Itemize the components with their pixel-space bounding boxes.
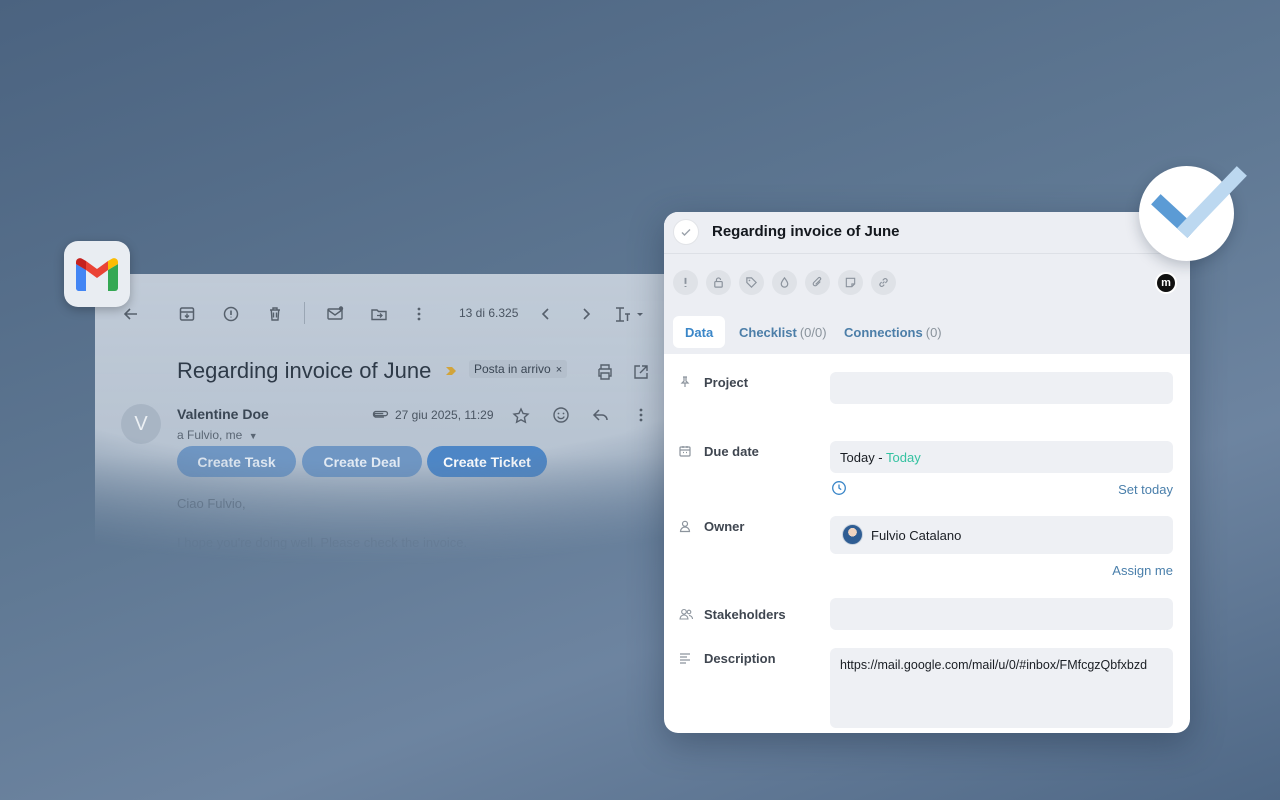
gmail-window: 13 di 6.325 Regarding invoice of June Po… [95,274,695,604]
attachment-clip-icon [369,405,389,425]
recipients-text: a Fulvio, me [177,428,243,442]
tab-data-label: Data [685,324,714,340]
email-body-text: I hope you're doing well. Please check t… [177,535,468,550]
tab-connections-count: (0) [925,324,942,340]
color-drop-icon[interactable] [772,270,797,295]
description-field[interactable]: https://mail.google.com/mail/u/0/#inbox/… [830,648,1173,728]
clock-icon[interactable] [831,480,847,496]
due-date-today-tag: Today [886,450,921,465]
brand-logo-icon: m [1155,272,1177,294]
archive-icon[interactable] [177,304,197,324]
tab-checklist[interactable]: Checklist (0/0) [739,316,827,348]
tab-connections[interactable]: Connections (0) [844,316,942,348]
inbox-label-text: Posta in arrivo [474,362,551,376]
importance-marker-icon[interactable] [445,364,457,376]
email-date: 27 giu 2025, 11:29 [395,408,494,422]
owner-name: Fulvio Catalano [871,528,962,543]
lock-icon[interactable] [706,270,731,295]
owner-field[interactable]: Fulvio Catalano [830,516,1173,554]
stakeholders-field[interactable] [830,598,1173,630]
text-format-icon[interactable] [613,304,645,324]
checkmark-icon [681,229,691,236]
create-task-button[interactable]: Create Task [177,446,296,477]
next-icon[interactable] [576,304,596,324]
project-label: Project [704,375,749,390]
assign-me-link[interactable]: Assign me [1112,563,1173,578]
tab-data[interactable]: Data [673,316,726,348]
description-label: Description [704,651,776,666]
create-deal-button[interactable]: Create Deal [302,446,422,477]
gmail-logo-icon [64,241,130,307]
priority-icon[interactable] [673,270,698,295]
more-vert-icon[interactable] [409,304,429,324]
tab-checklist-label: Checklist [739,324,797,340]
checkmark-badge-icon [1139,166,1247,261]
complete-task-button[interactable] [673,219,699,245]
recipients[interactable]: a Fulvio, me ▼ [177,428,258,442]
create-ticket-button[interactable]: Create Ticket [427,446,547,477]
owner-avatar [842,524,863,545]
reply-icon[interactable] [591,405,611,425]
note-icon[interactable] [838,270,863,295]
gmail-toolbar: 13 di 6.325 [95,302,695,326]
inbox-label-chip: Posta in arrivo × [469,360,568,378]
tag-icon[interactable] [739,270,764,295]
task-panel-header: Regarding invoice of June m Data Checkli… [664,212,1190,354]
people-icon [678,607,694,621]
move-to-icon[interactable] [369,304,389,324]
person-icon [678,519,692,533]
description-text: https://mail.google.com/mail/u/0/#inbox/… [840,658,1148,672]
set-today-link[interactable]: Set today [1118,482,1173,497]
chevron-down-icon: ▼ [248,431,258,441]
tab-connections-label: Connections [844,324,923,340]
pin-icon [678,375,692,389]
task-title-row: Regarding invoice of June [664,212,1190,254]
message-count: 13 di 6.325 [459,306,519,320]
stakeholders-label: Stakeholders [704,607,786,622]
text-lines-icon [678,651,692,665]
email-subject: Regarding invoice of June [177,358,432,383]
delete-icon[interactable] [265,304,285,324]
open-new-window-icon[interactable] [631,362,651,382]
mark-unread-icon[interactable] [325,304,345,324]
due-date-value: Today - [840,450,887,465]
owner-label: Owner [704,519,745,534]
attachment-icon[interactable] [805,270,830,295]
calendar-icon [678,444,692,458]
back-arrow-icon[interactable] [121,304,141,324]
sender-avatar: V [121,404,161,444]
project-field[interactable] [830,372,1173,404]
link-icon[interactable] [871,270,896,295]
prev-icon[interactable] [536,304,556,324]
sender-name[interactable]: Valentine Doe [177,406,269,422]
task-panel: Regarding invoice of June m Data Checkli… [664,212,1190,733]
due-date-label: Due date [704,444,759,459]
print-icon[interactable] [595,362,615,382]
task-title[interactable]: Regarding invoice of June [712,223,900,240]
report-spam-icon[interactable] [221,304,241,324]
tab-checklist-count: (0/0) [799,324,827,340]
emoji-icon[interactable] [551,405,571,425]
message-more-icon[interactable] [631,405,651,425]
due-date-field[interactable]: Today - Today [830,441,1173,473]
star-icon[interactable] [511,406,531,426]
remove-label-button[interactable]: × [556,364,562,376]
email-greeting: Ciao Fulvio, [177,496,246,511]
toolbar-divider [304,302,305,324]
